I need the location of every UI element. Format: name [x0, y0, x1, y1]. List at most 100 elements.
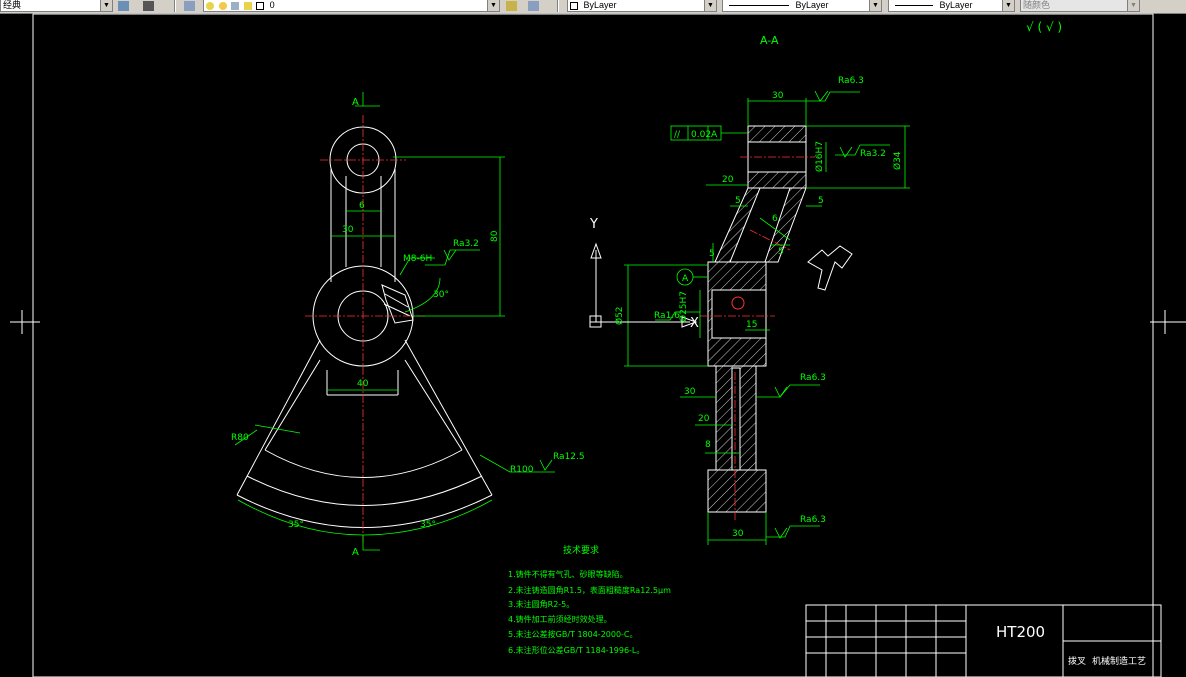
named-views-icon[interactable]: [118, 1, 129, 11]
lineweight-control-dropdown[interactable]: ByLayer ▼: [888, 0, 1015, 12]
school-name: 机械制造工艺: [1092, 655, 1146, 667]
front-view-centerlines: [305, 115, 425, 545]
fork-outer-sides: [236, 339, 493, 496]
color-control-dropdown[interactable]: ByLayer ▼: [567, 0, 717, 12]
detail-section-shape: [807, 245, 853, 291]
section-mark-top: A: [352, 97, 359, 108]
make-layer-current-icon[interactable]: [506, 1, 517, 11]
dim-20-web: 20: [698, 414, 710, 424]
note-item: 2.未注铸造圆角R1.5，表面粗糙度Ra12.5μm: [508, 585, 671, 595]
layer-dropdown[interactable]: 0 ▼: [203, 0, 500, 12]
dim-80: 80: [490, 230, 500, 242]
general-surface-symbol: √ ( √ ): [1026, 20, 1062, 34]
linetype-control-value: ByLayer: [795, 0, 829, 10]
web-channel: [731, 367, 741, 471]
chevron-down-icon[interactable]: ▼: [1127, 0, 1139, 11]
color-swatch: [570, 1, 578, 10]
roughness-top: Ra6.3: [838, 76, 864, 86]
fork-outer-arc: [236, 494, 493, 528]
dim-top-width: 30: [772, 91, 784, 101]
roughness-thread: Ra3.2: [453, 239, 479, 249]
tolerance-value: 0.02: [691, 130, 711, 140]
layer-manager-icon[interactable]: [184, 1, 195, 11]
roughness-bore: Ra3.2: [860, 149, 886, 159]
dim-5-right: 5: [818, 196, 824, 206]
dim-30: 30: [342, 225, 354, 235]
print-preview-icon[interactable]: [143, 1, 154, 11]
note-item: 1.铸件不得有气孔、砂眼等缺陷。: [508, 569, 628, 579]
drawing-canvas[interactable]: √ ( √ ) A-A A A 6 30 80 M8-6H Ra3.2 30° …: [0, 13, 1186, 677]
dim-5-rib: 5: [709, 249, 715, 259]
chevron-down-icon[interactable]: ▼: [1002, 0, 1014, 11]
rib-right: [764, 187, 807, 263]
rim-section: [707, 469, 767, 513]
print-layer-icon[interactable]: [243, 1, 252, 10]
toolbar-separator: [557, 0, 559, 12]
angle-30: 30°: [433, 290, 449, 300]
note-item: 5.未注公差按GB/T 1804-2000-C。: [508, 629, 638, 639]
chevron-down-icon[interactable]: ▼: [704, 0, 716, 11]
roughness-arc: Ra12.5: [553, 452, 585, 462]
fork-inner-sides: [264, 359, 463, 451]
linetype-control-dropdown[interactable]: ByLayer ▼: [722, 0, 882, 12]
front-view-dimensions: [234, 92, 555, 551]
axis-y-label: Y: [589, 217, 598, 232]
roughness-hub: Ra1.6: [654, 311, 680, 321]
radius-80: R80: [231, 433, 249, 443]
dim-20-upper: 20: [722, 175, 734, 185]
chevron-down-icon[interactable]: ▼: [487, 0, 499, 11]
dim-30-web: 30: [684, 387, 696, 397]
part-name: 拨叉: [1068, 655, 1086, 667]
angle-left: 35°: [288, 520, 304, 530]
note-item: 6.未注形位公差GB/T 1184-1996-L。: [508, 645, 644, 655]
dim-5-left: 5: [735, 196, 741, 206]
material-label: HT200: [996, 623, 1045, 641]
layer-previous-icon[interactable]: [528, 1, 539, 11]
dim-8-web: 8: [705, 440, 711, 450]
section-mark-bottom: A: [352, 547, 359, 558]
bore-diameter: Ø16H7: [814, 141, 825, 172]
roughness-web: Ra6.3: [800, 373, 826, 383]
toolbar-separator: [174, 0, 176, 12]
color-control-value: ByLayer: [583, 0, 617, 10]
dim-15: 15: [746, 320, 757, 330]
plotstyle-control-value: 随颜色: [1023, 0, 1051, 10]
chevron-down-icon[interactable]: ▼: [100, 0, 112, 11]
linetype-preview: [729, 5, 789, 7]
plotstyle-control-dropdown[interactable]: 随颜色 ▼: [1020, 0, 1140, 12]
layer-name-value: 0: [269, 0, 275, 10]
fork-middle-arc: [246, 475, 483, 506]
hub-diameter: Ø52: [614, 306, 625, 325]
workspace-style-value: 经典: [3, 0, 22, 10]
note-item: 3.未注圆角R2-5。: [508, 599, 574, 609]
lightbulb-icon[interactable]: [206, 1, 214, 10]
front-view: [236, 126, 493, 528]
thread-hole: [731, 296, 745, 310]
radius-100: R100: [510, 465, 534, 475]
angle-right: 35°: [420, 520, 436, 530]
chevron-down-icon[interactable]: ▼: [869, 0, 881, 11]
roughness-bottom: Ra6.3: [800, 515, 826, 525]
thread-label: M8-6H: [403, 254, 432, 264]
sun-icon[interactable]: [218, 1, 227, 10]
lineweight-control-value: ByLayer: [939, 0, 973, 10]
axis-x-label: X: [690, 316, 699, 331]
tolerance-datum: A: [711, 130, 718, 140]
datum-a-label: A: [682, 274, 689, 284]
note-item: 4.铸件加工前须经时效处理。: [508, 614, 612, 624]
properties-toolbar: 经典 ▼ 0 ▼ ByLayer ▼ ByLayer ▼ ByLayer ▼ 随…: [0, 0, 1186, 14]
workspace-style-dropdown[interactable]: 经典 ▼: [0, 0, 113, 12]
dim-bottom-width: 30: [732, 529, 744, 539]
dim-6: 6: [359, 201, 365, 211]
lock-icon[interactable]: [231, 1, 240, 10]
dim-5-small: 5: [778, 247, 784, 257]
dim-40: 40: [357, 379, 369, 389]
section-title: A-A: [760, 34, 779, 47]
notes-title: 技术要求: [563, 544, 599, 556]
dim-6-rib: 6: [772, 214, 778, 224]
layer-color-swatch: [256, 1, 265, 10]
front-view-labels: A A 6 30 80 M8-6H Ra3.2 30° 40 R80 R100 …: [231, 97, 585, 558]
thread-boss: [381, 284, 414, 324]
technical-notes: 技术要求 1.铸件不得有气孔、砂眼等缺陷。 2.未注铸造圆角R1.5，表面粗糙度…: [508, 544, 671, 655]
fork-inner-arc: [264, 449, 463, 478]
